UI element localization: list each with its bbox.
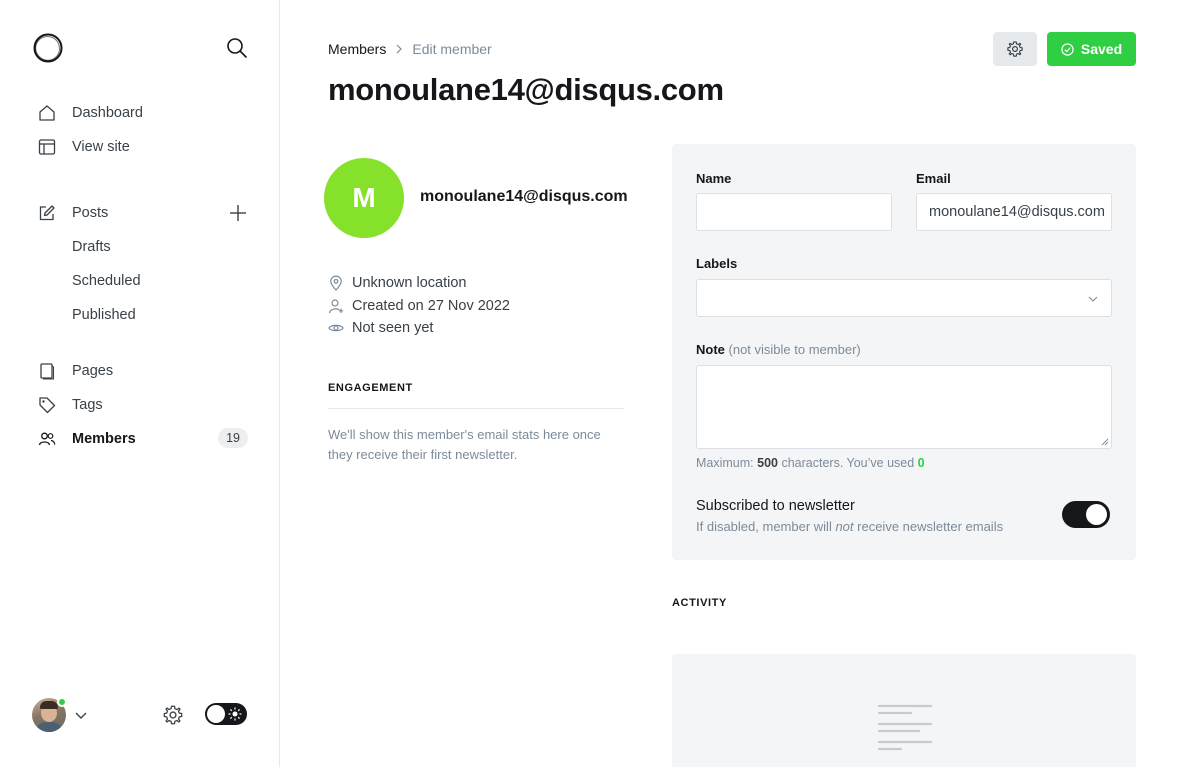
sidebar-item-label: Scheduled xyxy=(72,273,141,289)
tag-icon xyxy=(39,397,56,414)
newsletter-sub-prefix: If disabled, member will xyxy=(696,519,836,534)
created-text: Created on 27 Nov 2022 xyxy=(352,297,510,314)
member-meta: Unknown location Created on 27 Nov 2022 … xyxy=(328,272,628,340)
toggle-knob xyxy=(1086,504,1107,525)
chevron-down-icon[interactable] xyxy=(74,708,88,722)
sidebar-item-label: View site xyxy=(72,139,130,155)
gear-icon[interactable] xyxy=(162,704,184,726)
member-avatar: M xyxy=(324,158,404,238)
resize-handle-icon[interactable] xyxy=(1101,438,1109,446)
newsletter-sub-suffix: receive newsletter emails xyxy=(853,519,1004,534)
email-label: Email xyxy=(916,171,951,186)
member-created: Created on 27 Nov 2022 xyxy=(328,295,628,318)
sidebar-item-label: Drafts xyxy=(72,239,111,255)
user-add-icon xyxy=(328,298,344,313)
eye-icon xyxy=(328,324,344,332)
location-text: Unknown location xyxy=(352,275,467,292)
activity-heading: ACTIVITY xyxy=(672,597,727,609)
note-counter: Maximum: 500 characters. You’ve used 0 xyxy=(696,456,925,470)
nav-posts: Posts Drafts Scheduled Published xyxy=(28,196,258,332)
empty-list-icon xyxy=(877,704,933,751)
layout-icon xyxy=(38,139,56,155)
member-seen: Not seen yet xyxy=(328,317,628,340)
newsletter-subtitle: If disabled, member will not receive new… xyxy=(696,519,1003,534)
sidebar-item-label: Tags xyxy=(72,397,103,413)
edit-icon xyxy=(39,205,55,221)
member-form: Name Email monoulane14@disqus.com Labels… xyxy=(672,144,1136,560)
saved-label: Saved xyxy=(1080,41,1123,57)
nav-top: Dashboard View site xyxy=(28,96,258,164)
sidebar-item-tags[interactable]: Tags xyxy=(28,388,258,422)
sidebar-footer xyxy=(32,697,248,732)
divider xyxy=(328,408,624,409)
sidebar-item-dashboard[interactable]: Dashboard xyxy=(28,96,258,130)
email-field-value: monoulane14@disqus.com xyxy=(929,204,1105,220)
engagement-heading: ENGAGEMENT xyxy=(328,382,413,394)
member-initial: M xyxy=(352,182,376,213)
breadcrumb-members-link[interactable]: Members xyxy=(328,41,386,57)
sidebar-item-label: Dashboard xyxy=(72,105,143,121)
newsletter-title: Subscribed to newsletter xyxy=(696,498,855,514)
sidebar-item-label: Published xyxy=(72,307,136,323)
toggle-knob xyxy=(207,705,225,723)
labels-select[interactable] xyxy=(696,279,1112,317)
page-icon xyxy=(40,363,55,380)
add-post-icon[interactable] xyxy=(228,203,248,223)
counter-max: 500 xyxy=(757,456,778,470)
member-settings-button[interactable] xyxy=(993,32,1037,66)
note-textarea[interactable] xyxy=(696,365,1112,449)
main-content: Members Edit member monoulane14@disqus.c… xyxy=(280,0,1184,767)
email-field[interactable]: monoulane14@disqus.com xyxy=(916,193,1112,231)
sidebar-item-label: Members xyxy=(72,431,136,447)
breadcrumb: Members Edit member xyxy=(328,41,492,57)
sidebar-item-published[interactable]: Published xyxy=(28,298,258,332)
ghost-logo-icon[interactable] xyxy=(32,32,64,64)
sidebar-item-label: Pages xyxy=(72,363,114,379)
member-location: Unknown location xyxy=(328,272,628,295)
home-icon xyxy=(39,105,55,121)
online-status-dot xyxy=(57,697,67,707)
sidebar-item-scheduled[interactable]: Scheduled xyxy=(28,264,258,298)
newsletter-toggle[interactable] xyxy=(1062,501,1110,528)
gear-icon xyxy=(1007,41,1023,57)
seen-text: Not seen yet xyxy=(352,320,434,337)
location-pin-icon xyxy=(330,275,342,291)
engagement-text: We'll show this member's email stats her… xyxy=(328,427,601,462)
labels-label: Labels xyxy=(696,256,738,271)
note-hint: (not visible to member) xyxy=(728,342,861,357)
chevron-down-icon xyxy=(1088,296,1098,302)
counter-used: 0 xyxy=(917,456,925,470)
note-label: Note (not visible to member) xyxy=(696,342,861,357)
sun-icon xyxy=(228,707,242,721)
counter-mid: characters. You’ve used xyxy=(777,456,918,470)
activity-card xyxy=(672,654,1136,767)
sidebar-item-view-site[interactable]: View site xyxy=(28,130,258,164)
name-field[interactable] xyxy=(696,193,892,231)
sidebar-item-members[interactable]: Members 19 xyxy=(28,422,258,456)
member-email-heading: monoulane14@disqus.com xyxy=(420,188,628,205)
page-title: monoulane14@disqus.com xyxy=(328,72,724,107)
note-label-text: Note xyxy=(696,342,725,357)
members-icon xyxy=(38,432,56,446)
sidebar: Dashboard View site Posts Drafts Schedul… xyxy=(0,0,280,767)
newsletter-sub-em: not xyxy=(835,519,854,534)
sidebar-item-posts[interactable]: Posts xyxy=(28,196,258,230)
sidebar-item-label: Posts xyxy=(72,205,109,221)
name-label: Name xyxy=(696,171,732,186)
check-circle-icon xyxy=(1061,42,1074,56)
saved-button[interactable]: Saved xyxy=(1047,32,1136,66)
nav-bottom: Pages Tags Members 19 xyxy=(28,354,258,456)
chevron-right-icon xyxy=(396,44,403,54)
theme-toggle[interactable] xyxy=(205,703,247,725)
search-icon[interactable] xyxy=(226,37,248,59)
breadcrumb-current: Edit member xyxy=(412,41,492,57)
sidebar-item-pages[interactable]: Pages xyxy=(28,354,258,388)
members-count-badge: 19 xyxy=(218,428,248,448)
sidebar-item-drafts[interactable]: Drafts xyxy=(28,230,258,264)
counter-prefix: Maximum: xyxy=(696,456,758,470)
